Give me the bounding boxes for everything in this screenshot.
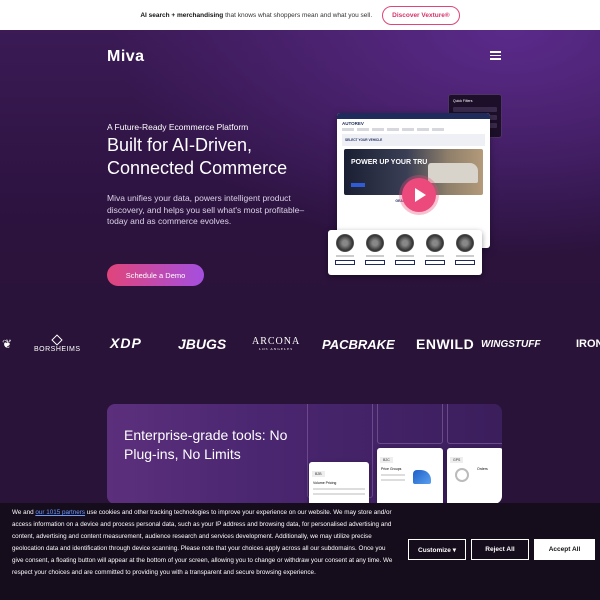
hero-subtext: Miva unifies your data, powers intellige… bbox=[107, 193, 305, 226]
iron-logo: IRON bbox=[576, 338, 600, 350]
gps-screenshot: GPS Orders bbox=[447, 448, 502, 504]
product-card bbox=[452, 234, 478, 271]
hero-eyebrow: A Future-Ready Ecommerce Platform bbox=[107, 122, 249, 132]
discover-vexture-button[interactable]: Discover Vexture® bbox=[382, 5, 460, 25]
hero-section: Miva A Future-Ready Ecommerce Platform B… bbox=[0, 30, 600, 320]
enwild-logo: ENWILD bbox=[416, 336, 475, 352]
schedule-demo-button[interactable]: Schedule a Demo bbox=[107, 264, 204, 286]
enterprise-card: Enterprise-grade tools: No Plug-ins, No … bbox=[107, 404, 502, 504]
cookie-text: We and our 1015 partners use cookies and… bbox=[12, 509, 393, 576]
wingstuff-logo: WINGSTUFF bbox=[481, 339, 541, 350]
product-card bbox=[392, 234, 418, 271]
mockup-products bbox=[328, 230, 482, 275]
partial-logo-icon: ❦ bbox=[2, 337, 13, 351]
b2c-screenshot: B2C Price Groups bbox=[377, 448, 443, 504]
borsheims-logo: BORSHEIMS bbox=[34, 334, 81, 353]
xdp-logo: XDP bbox=[110, 335, 142, 351]
announcement-rest: that knows what shoppers mean and what y… bbox=[225, 11, 373, 19]
pacbrake-logo: PACBRAKE bbox=[322, 337, 395, 352]
mockup-side-title: Quick Filters bbox=[453, 99, 473, 103]
play-icon[interactable] bbox=[402, 178, 436, 212]
diamond-icon bbox=[51, 334, 63, 346]
partners-link[interactable]: our 1015 partners bbox=[35, 509, 85, 516]
enterprise-title: Enterprise-grade tools: No Plug-ins, No … bbox=[124, 427, 288, 462]
b2b-screenshot: B2B Volume Pricing bbox=[309, 462, 369, 504]
customize-button[interactable]: Customize ▾ bbox=[408, 539, 466, 560]
product-card bbox=[422, 234, 448, 271]
hero-headline: Built for AI-Driven, Connected Commerce bbox=[107, 135, 288, 178]
announcement-text: AI search + merchandising that knows wha… bbox=[140, 12, 372, 19]
shoe-image bbox=[413, 470, 431, 484]
menu-icon[interactable] bbox=[490, 51, 501, 60]
product-card bbox=[362, 234, 388, 271]
mockup-brand: AUTOREV bbox=[342, 121, 364, 126]
truck-image bbox=[428, 163, 478, 183]
reject-all-button[interactable]: Reject All bbox=[471, 539, 529, 560]
arcona-logo: ARCONA LOS ANGELES bbox=[252, 336, 301, 351]
announcement-bar: AI search + merchandising that knows wha… bbox=[0, 0, 600, 30]
ring-image bbox=[455, 468, 469, 482]
jbugs-logo: JBUGS bbox=[178, 336, 227, 352]
product-card bbox=[332, 234, 358, 271]
miva-logo[interactable]: Miva bbox=[107, 48, 145, 66]
announcement-bold: AI search + merchandising bbox=[140, 11, 224, 19]
mockup-filter-label: SELECT YOUR VEHICLE bbox=[345, 138, 383, 142]
accept-all-button[interactable]: Accept All bbox=[534, 539, 595, 560]
mockup-banner-title: POWER UP YOUR TRU bbox=[351, 159, 428, 166]
